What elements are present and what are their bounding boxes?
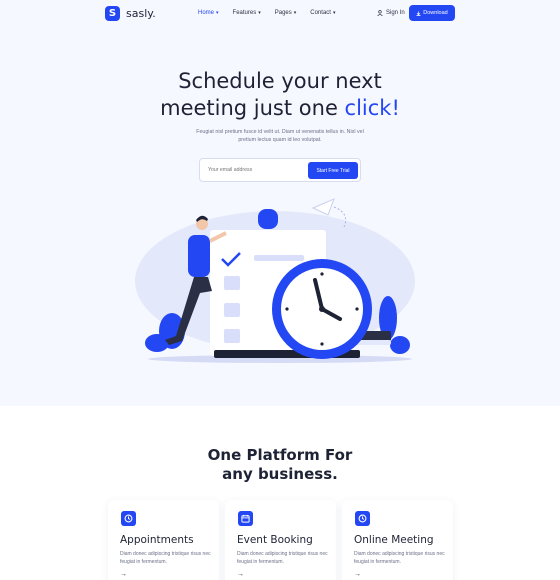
chevron-down-icon: ▾ <box>332 10 336 16</box>
chevron-down-icon: ▾ <box>258 10 261 16</box>
menu-item-label: Contact <box>310 10 331 16</box>
menu-item-home[interactable]: Home ▾ <box>198 10 219 16</box>
logo-mark-icon: S <box>105 6 120 21</box>
hero-title-line2-text: meeting just one <box>160 96 345 120</box>
download-label: Download <box>423 10 448 16</box>
download-icon <box>416 11 421 16</box>
menu-item-label: Home <box>198 10 215 16</box>
menu-item-contact[interactable]: Contact ▾ <box>310 10 335 16</box>
card-text: Diam donec adipiscing tristique risus ne… <box>237 551 328 565</box>
menu-item-label: Features <box>232 10 257 16</box>
user-icon <box>377 10 383 16</box>
feature-card-event-booking[interactable]: Event Booking Diam donec adipiscing tris… <box>225 500 336 580</box>
card-title: Online Meeting <box>354 534 434 546</box>
main-menu: Home ▾ Features ▾ Pages ▾ Contact ▾ <box>198 10 335 16</box>
hero-subtitle: Feugiat nisl pretium fusce id velit ut. … <box>196 129 364 143</box>
hero-title-line1: Schedule your next <box>178 69 382 93</box>
features-title: One Platform For any business. <box>0 446 560 484</box>
features-title-line2: any business. <box>222 465 338 483</box>
arrow-right-icon[interactable]: → <box>354 571 361 578</box>
card-title: Appointments <box>120 534 194 546</box>
download-button[interactable]: Download <box>409 5 455 21</box>
clock-icon <box>272 259 372 359</box>
start-trial-button[interactable]: Start Free Trial <box>308 162 358 179</box>
clock-icon <box>355 511 370 526</box>
top-nav: S sasly. Home ▾ Features ▾ Pages ▾ Conta… <box>0 0 560 30</box>
signin-label: Sign In <box>386 10 405 16</box>
hero-illustration <box>135 198 415 363</box>
feature-card-online-meeting[interactable]: Online Meeting Diam donec adipiscing tri… <box>342 500 453 580</box>
email-signup-form: Start Free Trial <box>199 158 361 182</box>
features-title-line1: One Platform For <box>207 446 353 464</box>
menu-item-label: Pages <box>274 10 292 16</box>
chevron-down-icon: ▾ <box>293 10 297 16</box>
features-section: One Platform For any business. Appointme… <box>0 406 560 580</box>
card-text: Diam donec adipiscing tristique risus ne… <box>120 551 211 565</box>
chevron-down-icon: ▾ <box>216 10 219 16</box>
card-text: Diam donec adipiscing tristique risus ne… <box>354 551 445 565</box>
hero-title: Schedule your next meeting just one clic… <box>0 68 560 122</box>
brand-logo[interactable]: S sasly. <box>105 6 156 21</box>
menu-item-features[interactable]: Features ▾ <box>233 10 261 16</box>
clock-icon <box>121 511 136 526</box>
hero-title-line2: meeting just one click! <box>0 95 560 122</box>
hero-title-accent: click! <box>344 96 400 120</box>
calendar-icon <box>238 511 253 526</box>
email-input[interactable] <box>208 164 304 176</box>
arrow-right-icon[interactable]: → <box>120 571 127 578</box>
card-title: Event Booking <box>237 534 313 546</box>
signin-link[interactable]: Sign In <box>377 10 405 16</box>
brand-name: sasly. <box>126 7 156 20</box>
feature-card-appointments[interactable]: Appointments Diam donec adipiscing trist… <box>108 500 219 580</box>
arrow-right-icon[interactable]: → <box>237 571 244 578</box>
menu-item-pages[interactable]: Pages ▾ <box>275 10 297 16</box>
